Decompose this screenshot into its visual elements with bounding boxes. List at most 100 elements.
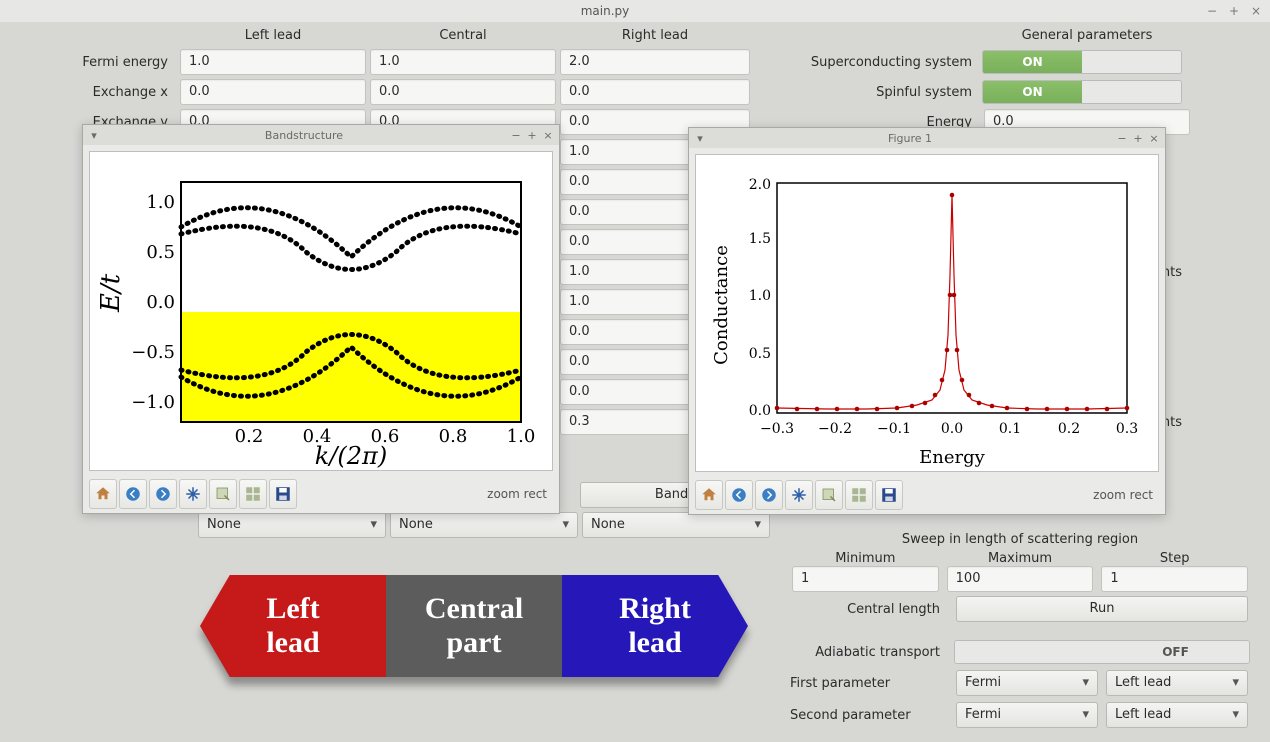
svg-text:Energy: Energy [919,447,986,468]
titlebar[interactable]: main.py − + × [0,0,1270,22]
param-input[interactable]: 0.0 [560,79,750,105]
forward-icon[interactable] [755,480,783,510]
svg-text:0.8: 0.8 [439,426,468,447]
maximize-icon[interactable]: + [1226,4,1242,18]
svg-text:1.5: 1.5 [749,231,771,247]
menu-icon[interactable]: ▾ [693,132,707,145]
run-button[interactable]: Run [956,596,1248,622]
back-icon[interactable] [725,480,753,510]
forward-icon[interactable] [149,479,177,509]
save-icon[interactable] [269,479,297,509]
toolbar-status: zoom rect [487,487,553,501]
sweep-step-input[interactable]: 1 [1101,566,1248,592]
dropdown-left[interactable]: None [198,512,386,538]
dropdown-central[interactable]: None [390,512,578,538]
svg-text:2.0: 2.0 [749,177,771,193]
zoom-icon[interactable] [815,480,843,510]
window-title: Figure 1 [707,132,1113,145]
general-params-title: General parameters [982,26,1192,45]
subplots-icon[interactable] [239,479,267,509]
pan-icon[interactable] [785,480,813,510]
svg-text:1.0: 1.0 [146,192,175,213]
spinful-toggle[interactable]: ON [982,80,1182,104]
svg-text:0.5: 0.5 [749,346,771,362]
superconducting-label: Superconducting system [792,55,982,70]
second-param-select-2[interactable]: Left lead [1106,702,1248,728]
figure1-plot[interactable]: Conductance Energy −0.3 −0.2 −0.1 0.0 0.… [695,154,1159,472]
sweep-max-label: Maximum [945,551,1096,566]
svg-text:0.2: 0.2 [1058,421,1080,437]
figure1-window[interactable]: ▾ Figure 1 − + × Conductance Energy −0.3… [688,127,1166,515]
svg-text:0.1: 0.1 [999,421,1021,437]
spinful-label: Spinful system [792,85,982,100]
sweep-min-input[interactable]: 1 [792,566,939,592]
device-right-lead: Right lead [562,575,748,677]
close-icon[interactable]: × [541,129,555,142]
minimize-icon[interactable]: − [1204,4,1220,18]
second-param-label: Second parameter [790,708,950,723]
menu-icon[interactable]: ▾ [87,129,101,142]
titlebar[interactable]: ▾ Figure 1 − + × [689,128,1165,148]
maximize-icon[interactable]: + [1131,132,1145,145]
sweep-title: Sweep in length of scattering region [790,532,1250,547]
param-input[interactable]: 1.0 [180,49,366,75]
close-icon[interactable]: × [1147,132,1161,145]
window-title: main.py [6,4,1204,18]
back-icon[interactable] [119,479,147,509]
bandstructure-window[interactable]: ▾ Bandstructure − + × E/t k/(2π) 1.0 0.5 [82,124,560,514]
subplots-icon[interactable] [845,480,873,510]
bandstructure-plot[interactable]: E/t k/(2π) 1.0 0.5 0.0 −0.5 −1.0 0.2 0.4… [89,151,553,471]
svg-text:0.3: 0.3 [1116,421,1138,437]
pan-icon[interactable] [179,479,207,509]
first-param-select-1[interactable]: Fermi [956,670,1098,696]
dropdown-right[interactable]: None [582,512,770,538]
device-diagram: Left lead Central part Right lead [200,575,748,677]
param-input[interactable]: 0.0 [370,79,556,105]
main-window: main.py − + × Left lead Central Right le… [0,0,1270,742]
plot-toolbar: zoom rect [689,478,1165,514]
adiabatic-toggle[interactable]: OFF [954,640,1250,664]
titlebar[interactable]: ▾ Bandstructure − + × [83,125,559,145]
svg-text:−0.2: −0.2 [818,421,852,437]
svg-text:0.0: 0.0 [146,292,175,313]
svg-text:0.6: 0.6 [371,426,400,447]
superconducting-toggle[interactable]: ON [982,50,1182,74]
toolbar-status: zoom rect [1093,488,1159,502]
svg-text:0.2: 0.2 [235,426,264,447]
sweep-step-label: Step [1099,551,1250,566]
minimize-icon[interactable]: − [1115,132,1129,145]
svg-text:1.0: 1.0 [507,426,536,447]
save-icon[interactable] [875,480,903,510]
param-input[interactable]: 2.0 [560,49,750,75]
svg-text:0.5: 0.5 [146,242,175,263]
param-input[interactable]: 0.0 [180,79,366,105]
svg-text:1.0: 1.0 [749,288,771,304]
svg-text:−0.3: −0.3 [760,421,794,437]
svg-text:0.0: 0.0 [941,421,963,437]
col-header-central: Central [368,26,558,45]
device-central: Central part [386,575,562,677]
param-input[interactable]: 1.0 [370,49,556,75]
plot-toolbar: zoom rect [83,477,559,513]
minimize-icon[interactable]: − [509,129,523,142]
zoom-icon[interactable] [209,479,237,509]
param-label: Fermi energy [8,55,178,70]
maximize-icon[interactable]: + [525,129,539,142]
home-icon[interactable] [695,480,723,510]
sweep-max-input[interactable]: 100 [947,566,1094,592]
home-icon[interactable] [89,479,117,509]
svg-text:0.4: 0.4 [303,426,332,447]
svg-text:Conductance: Conductance [711,245,732,365]
svg-text:E/t: E/t [96,273,126,313]
first-param-label: First parameter [790,676,950,691]
svg-text:−1.0: −1.0 [131,392,175,413]
second-param-select-1[interactable]: Fermi [956,702,1098,728]
svg-text:−0.1: −0.1 [877,421,911,437]
sweep-min-label: Minimum [790,551,941,566]
param-label: Exchange x [8,85,178,100]
adiabatic-label: Adiabatic transport [790,645,950,660]
first-param-select-2[interactable]: Left lead [1106,670,1248,696]
sweep-panel: Sweep in length of scattering region Min… [790,532,1250,728]
close-icon[interactable]: × [1248,4,1264,18]
svg-text:−0.5: −0.5 [131,342,175,363]
